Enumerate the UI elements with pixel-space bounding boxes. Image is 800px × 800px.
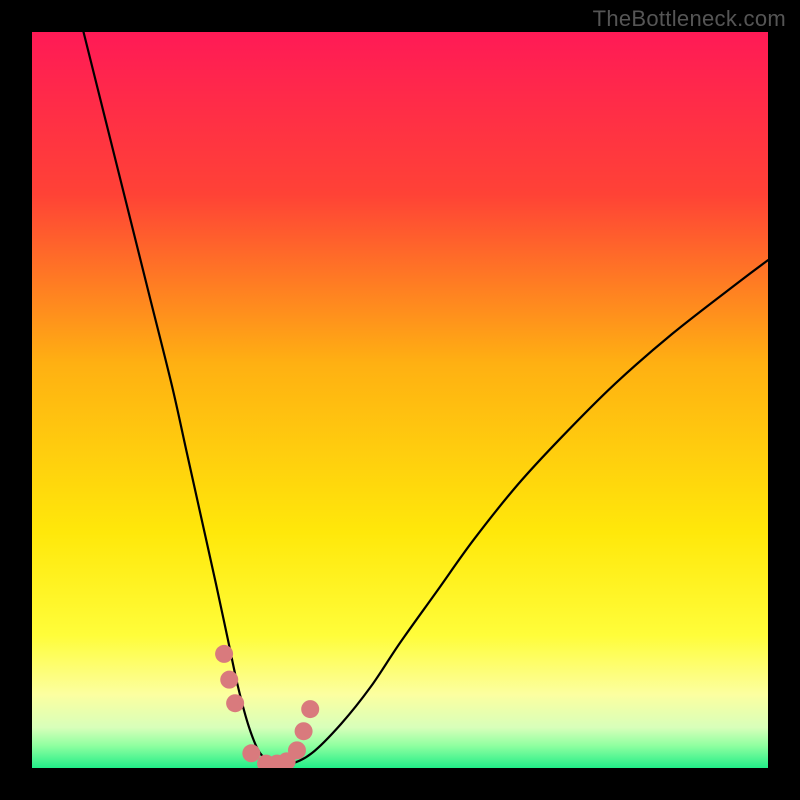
data-point <box>215 645 233 663</box>
bottleneck-chart <box>32 32 768 768</box>
gradient-background <box>32 32 768 768</box>
data-point <box>226 694 244 712</box>
canvas: TheBottleneck.com <box>0 0 800 800</box>
data-point <box>288 741 306 759</box>
data-point <box>242 744 260 762</box>
data-point <box>295 722 313 740</box>
attribution-text: TheBottleneck.com <box>593 6 786 32</box>
plot-area <box>32 32 768 768</box>
data-point <box>220 671 238 689</box>
data-point <box>301 700 319 718</box>
